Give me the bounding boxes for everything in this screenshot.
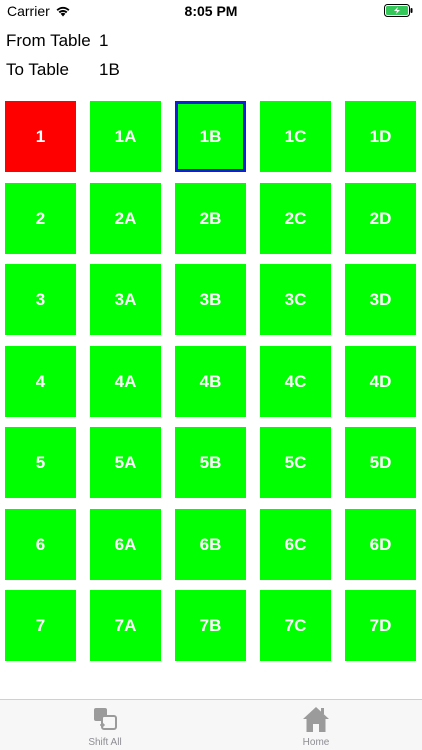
table-button[interactable]: 6B bbox=[175, 509, 246, 580]
table-button[interactable]: 5B bbox=[175, 427, 246, 498]
table-button[interactable]: 7C bbox=[260, 590, 331, 661]
table-button[interactable]: 2A bbox=[90, 183, 161, 254]
to-table-label: To Table bbox=[6, 60, 70, 79]
table-button[interactable]: 1C bbox=[260, 101, 331, 172]
table-button[interactable]: 5D bbox=[345, 427, 416, 498]
table-button[interactable]: 3C bbox=[260, 264, 331, 335]
to-table-value: 1B bbox=[99, 60, 120, 79]
tab-home-label: Home bbox=[302, 737, 330, 748]
table-button[interactable]: 2B bbox=[175, 183, 246, 254]
table-button[interactable]: 3D bbox=[345, 264, 416, 335]
table-button[interactable]: 6D bbox=[345, 509, 416, 580]
from-table-row: From Table 1 bbox=[6, 30, 108, 52]
clock: 8:05 PM bbox=[184, 3, 238, 19]
table-button[interactable]: 4D bbox=[345, 346, 416, 417]
table-button[interactable]: 7 bbox=[5, 590, 76, 661]
tab-bar: Shift All Home bbox=[0, 699, 422, 750]
home-icon bbox=[303, 707, 329, 732]
table-button[interactable]: 1 bbox=[5, 101, 76, 172]
status-bar: Carrier 8:05 PM bbox=[0, 0, 422, 22]
table-button[interactable]: 2D bbox=[345, 183, 416, 254]
table-button[interactable]: 4B bbox=[175, 346, 246, 417]
table-button[interactable]: 4A bbox=[90, 346, 161, 417]
table-button[interactable]: 6A bbox=[90, 509, 161, 580]
table-button[interactable]: 2 bbox=[5, 183, 76, 254]
table-button[interactable]: 1D bbox=[345, 101, 416, 172]
table-button[interactable]: 3 bbox=[5, 264, 76, 335]
table-button[interactable]: 6C bbox=[260, 509, 331, 580]
table-button[interactable]: 6 bbox=[5, 509, 76, 580]
table-button[interactable]: 7D bbox=[345, 590, 416, 661]
table-button[interactable]: 3B bbox=[175, 264, 246, 335]
tab-shift-all-label: Shift All bbox=[88, 737, 122, 748]
table-button[interactable]: 7B bbox=[175, 590, 246, 661]
table-button[interactable]: 5A bbox=[90, 427, 161, 498]
from-table-label: From Table bbox=[6, 31, 91, 50]
table-button[interactable]: 4C bbox=[260, 346, 331, 417]
table-button[interactable]: 1B bbox=[175, 101, 246, 172]
from-table-value: 1 bbox=[99, 31, 109, 50]
table-button[interactable]: 7A bbox=[90, 590, 161, 661]
tab-home[interactable]: Home bbox=[266, 705, 366, 748]
table-button[interactable]: 2C bbox=[260, 183, 331, 254]
table-button[interactable]: 5 bbox=[5, 427, 76, 498]
table-button[interactable]: 1A bbox=[90, 101, 161, 172]
battery-icon bbox=[384, 4, 413, 17]
tab-shift-all[interactable]: Shift All bbox=[55, 705, 155, 748]
table-button[interactable]: 3A bbox=[90, 264, 161, 335]
shift-all-icon bbox=[94, 708, 117, 730]
table-button[interactable]: 5C bbox=[260, 427, 331, 498]
table-button[interactable]: 4 bbox=[5, 346, 76, 417]
to-table-row: To Table 1B bbox=[6, 59, 120, 81]
